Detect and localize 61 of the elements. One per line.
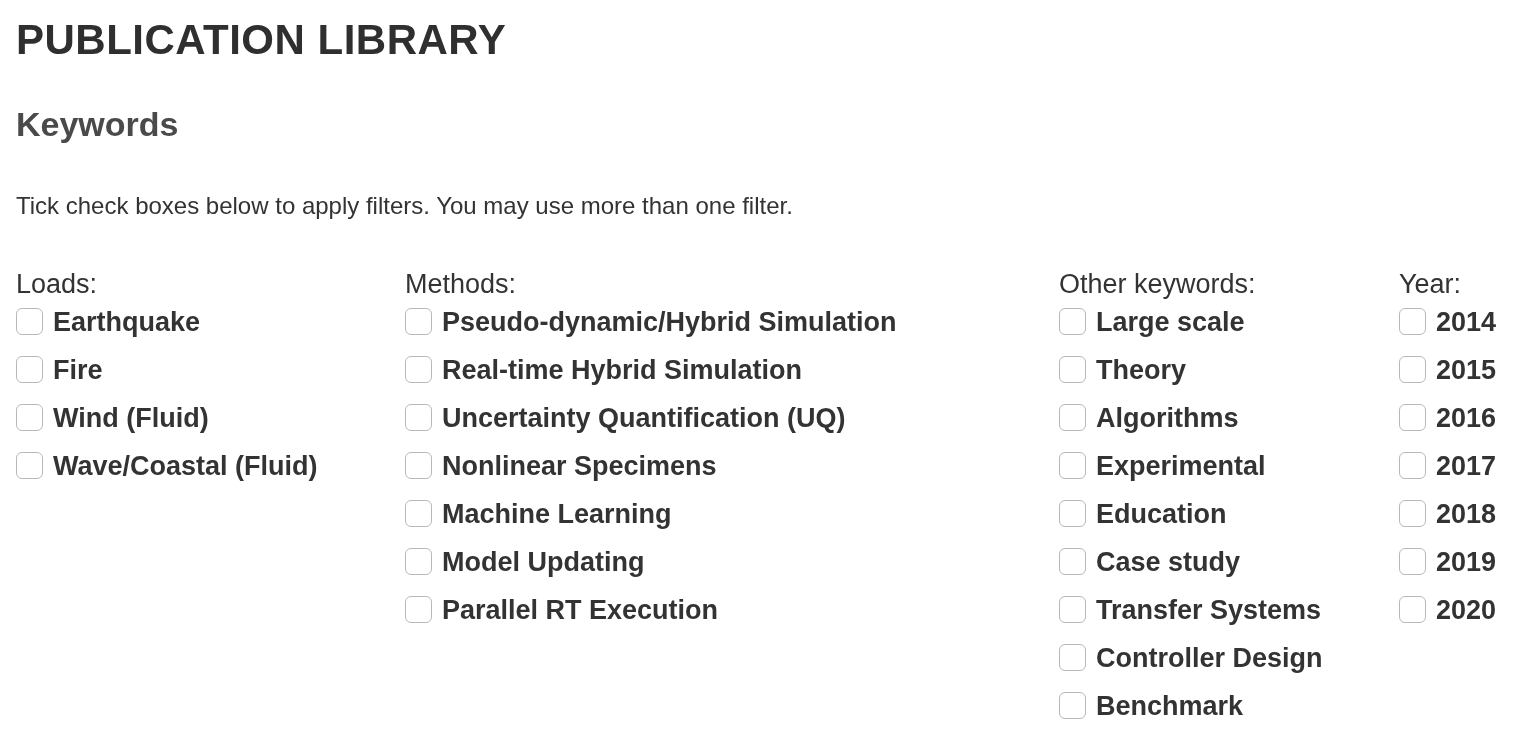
checkbox-label[interactable]: Controller Design [1096, 642, 1323, 673]
checkbox-label[interactable]: Earthquake [53, 306, 201, 337]
instruction-text: Tick check boxes below to apply filters. You may use more than one filter. [16, 191, 793, 221]
checkbox-label[interactable]: Benchmark [1096, 690, 1244, 721]
checkbox-label[interactable]: 2020 [1436, 594, 1497, 625]
checkbox-label[interactable]: Wind (Fluid) [53, 402, 209, 433]
checkbox-label[interactable]: Real-time Hybrid Simulation [442, 354, 803, 385]
checkbox-label[interactable]: Education [1096, 498, 1227, 529]
checkbox[interactable] [405, 308, 432, 335]
checkbox[interactable] [1059, 548, 1086, 575]
checkbox-label[interactable]: 2014 [1436, 306, 1497, 337]
checkbox[interactable] [16, 404, 43, 431]
checkbox[interactable] [16, 308, 43, 335]
checkbox[interactable] [1399, 548, 1426, 575]
checkbox-label[interactable]: 2015 [1436, 354, 1497, 385]
checkbox[interactable] [1059, 692, 1086, 719]
checkbox-label[interactable]: 2018 [1436, 498, 1497, 529]
section-heading: Keywords [16, 104, 179, 145]
checkbox-label[interactable]: Transfer Systems [1096, 594, 1322, 625]
checkbox[interactable] [1059, 596, 1086, 623]
checkbox-label[interactable]: Machine Learning [442, 498, 672, 529]
checkbox-label[interactable]: Algorithms [1096, 402, 1239, 433]
checkbox[interactable] [1399, 452, 1426, 479]
checkbox[interactable] [1399, 356, 1426, 383]
checkbox-label[interactable]: Model Updating [442, 546, 645, 577]
checkbox[interactable] [1059, 500, 1086, 527]
checkbox-label[interactable]: Fire [53, 354, 103, 385]
checkbox[interactable] [1399, 500, 1426, 527]
checkbox-label[interactable]: 2017 [1436, 450, 1497, 481]
checkbox[interactable] [1399, 404, 1426, 431]
checkbox[interactable] [1059, 404, 1086, 431]
checkbox-label[interactable]: Nonlinear Specimens [442, 450, 717, 481]
group-label: Other keywords: [1059, 269, 1256, 299]
checkbox-label[interactable]: 2016 [1436, 402, 1497, 433]
checkbox[interactable] [16, 356, 43, 383]
checkbox-label[interactable]: Parallel RT Execution [442, 594, 719, 625]
checkbox[interactable] [405, 548, 432, 575]
checkbox-label[interactable]: Large scale [1096, 306, 1245, 337]
checkbox-label[interactable]: Uncertainty Quantification (UQ) [442, 402, 846, 433]
group-label: Loads: [16, 269, 98, 299]
checkbox[interactable] [1059, 644, 1086, 671]
checkbox-label[interactable]: 2019 [1436, 546, 1497, 577]
group-label: Methods: [405, 269, 517, 299]
checkbox[interactable] [1399, 596, 1426, 623]
group-label: Year: [1399, 269, 1462, 299]
checkbox[interactable] [16, 452, 43, 479]
checkbox[interactable] [1059, 308, 1086, 335]
checkbox[interactable] [1059, 452, 1086, 479]
checkbox-label[interactable]: Case study [1096, 546, 1241, 577]
checkbox-label[interactable]: Theory [1096, 354, 1187, 385]
checkbox[interactable] [405, 356, 432, 383]
checkbox[interactable] [1059, 356, 1086, 383]
checkbox-label[interactable]: Pseudo-dynamic/Hybrid Simulation [442, 306, 897, 337]
checkbox[interactable] [405, 404, 432, 431]
checkbox-label[interactable]: Wave/Coastal (Fluid) [53, 450, 318, 481]
checkbox[interactable] [405, 500, 432, 527]
checkbox[interactable] [405, 596, 432, 623]
page-title: PUBLICATION LIBRARY [16, 15, 507, 65]
checkbox[interactable] [405, 452, 432, 479]
checkbox[interactable] [1399, 308, 1426, 335]
checkbox-label[interactable]: Experimental [1096, 450, 1266, 481]
